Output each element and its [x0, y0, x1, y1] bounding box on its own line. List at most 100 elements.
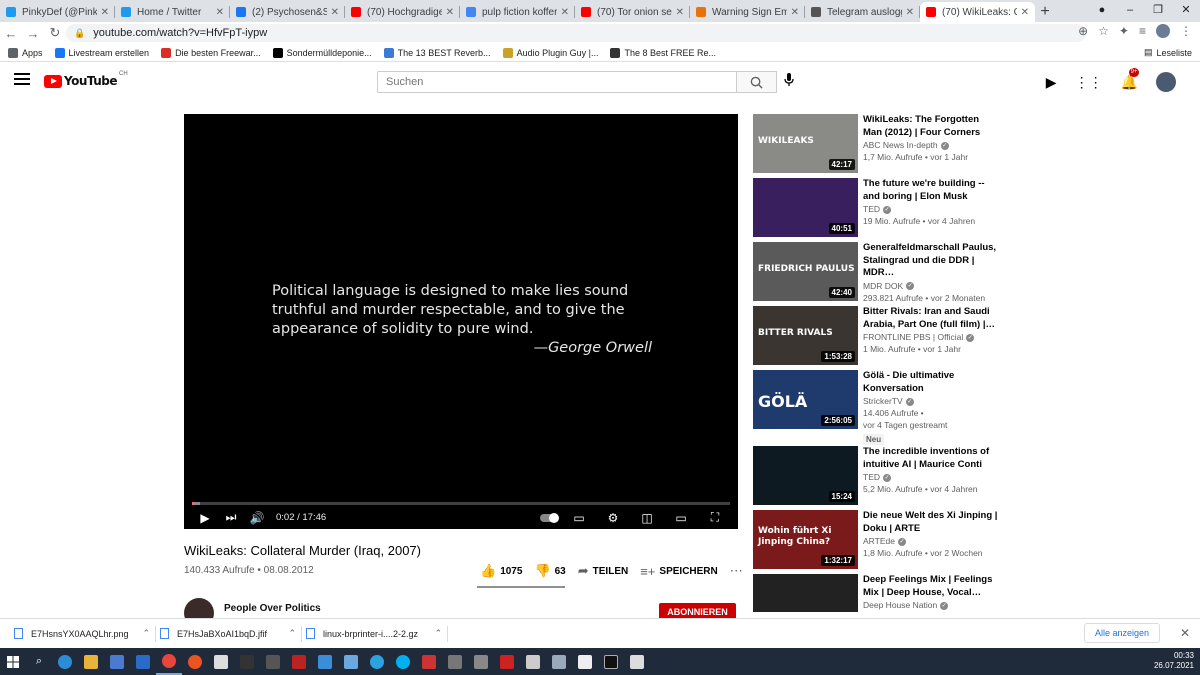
related-channel[interactable]: MDR DOK ✓ — [863, 280, 998, 292]
new-tab-button[interactable]: + — [1035, 2, 1055, 22]
app-icon-13[interactable] — [624, 648, 650, 675]
close-tab-icon[interactable]: ✕ — [791, 7, 799, 18]
related-video-item[interactable]: BITTER RIVALS 1:53:28 Bitter Rivals: Iran … — [753, 306, 1003, 366]
close-tab-icon[interactable]: ✕ — [561, 7, 569, 18]
related-channel[interactable]: ARTEde ✓ — [863, 535, 998, 547]
more-actions-icon[interactable]: ⋯ — [730, 563, 743, 579]
bookmark-item[interactable]: Apps — [8, 47, 43, 58]
download-item[interactable]: E7HsnsYX0AAQLhr.png ⌃ — [10, 622, 156, 646]
bookmark-item[interactable]: Livestream erstellen — [54, 47, 149, 58]
app-icon-2[interactable] — [234, 648, 260, 675]
chevron-up-icon[interactable]: ⌃ — [142, 628, 150, 639]
video-thumbnail[interactable]: 15:24 — [753, 446, 858, 505]
app-icon-6[interactable] — [416, 648, 442, 675]
app-icon-7[interactable] — [442, 648, 468, 675]
app-icon-10[interactable] — [520, 648, 546, 675]
terminal-icon[interactable] — [598, 648, 624, 675]
live-app-icon[interactable] — [286, 648, 312, 675]
related-video-title[interactable]: WikiLeaks: The Forgotten Man (2012) | Fo… — [863, 114, 998, 139]
reading-list-button[interactable]: ▤ Leseliste — [1144, 47, 1192, 58]
back-button[interactable]: ← — [0, 26, 22, 41]
forward-button[interactable]: → — [22, 26, 44, 41]
progress-bar[interactable] — [192, 502, 730, 505]
account-avatar[interactable] — [1156, 72, 1176, 92]
close-tab-icon[interactable]: ✕ — [1021, 7, 1029, 18]
microphone-icon[interactable] — [784, 73, 794, 90]
cast-icon[interactable]: ⊕ — [1078, 24, 1088, 38]
browser-tab[interactable]: (2) Psychosen&Schizo ✕ — [230, 2, 345, 22]
related-video-item[interactable]: 40:51 The future we're building -- and bo… — [753, 178, 1003, 238]
related-channel[interactable]: FRONTLINE PBS | Official ✓ — [863, 331, 998, 343]
related-channel[interactable]: ABC News In-depth ✓ — [863, 139, 998, 151]
save-button[interactable]: ≡+ SPEICHERN — [640, 564, 718, 579]
minimize-button[interactable]: – — [1116, 0, 1144, 22]
browser-tab[interactable]: (70) Tor onion service ✕ — [575, 2, 690, 22]
skype-icon[interactable] — [390, 648, 416, 675]
bookmark-item[interactable]: Die besten Freewar... — [161, 47, 261, 58]
related-video-item[interactable]: 15:24 The incredible inventions of intuit… — [753, 446, 1003, 506]
bookmark-item[interactable]: Audio Plugin Guy |... — [502, 47, 598, 58]
related-video-item[interactable]: WIKILEAKS 42:17 WikiLeaks: The Forgotten M… — [753, 114, 1003, 174]
app-icon-4[interactable] — [312, 648, 338, 675]
app-icon-9[interactable] — [494, 648, 520, 675]
browser-tab[interactable]: (70) WikiLeaks: Collate ✕ — [920, 2, 1035, 22]
settings-gear-icon[interactable]: ⚙ — [600, 511, 626, 525]
video-thumbnail[interactable]: Wohin führt Xi Jinping China? 1:32:17 — [753, 510, 858, 569]
video-thumbnail[interactable]: BITTER RIVALS 1:53:28 — [753, 306, 858, 365]
related-video-title[interactable]: Gölä - Die ultimative Konversation — [863, 370, 998, 395]
queue-icon[interactable]: ≡ — [1139, 24, 1146, 38]
browser-tab[interactable]: Warning Sign Emo ✕ — [690, 2, 805, 22]
related-video-item[interactable]: GÖLÄ 2:56:05 Gölä - Die ultimative Konvers… — [753, 370, 1003, 445]
video-thumbnail[interactable]: GÖLÄ 2:56:05 — [753, 370, 858, 429]
bookmark-item[interactable]: The 8 Best FREE Re... — [610, 47, 716, 58]
app-icon-5[interactable] — [338, 648, 364, 675]
related-video-title[interactable]: The future we're building -- and boring … — [863, 178, 998, 203]
apps-grid-icon[interactable]: ⋮⋮ — [1075, 74, 1103, 91]
youtube-logo[interactable]: YouTube CH — [44, 71, 128, 88]
mail-icon[interactable] — [130, 648, 156, 675]
app-icon-8[interactable] — [468, 648, 494, 675]
volume-icon[interactable]: 🔊 — [244, 511, 270, 525]
download-item[interactable]: linux-brprinter-i....2-2.gz ⌃ — [302, 622, 448, 646]
fullscreen-icon[interactable]: ⛶ — [702, 510, 728, 525]
app-icon-1[interactable] — [208, 648, 234, 675]
close-tab-icon[interactable]: ✕ — [216, 7, 224, 18]
channel-name[interactable]: People Over Politics — [224, 603, 321, 614]
browser-tab[interactable]: pulp fiction koffer – G ✕ — [460, 2, 575, 22]
windows-start-icon[interactable] — [0, 648, 26, 675]
related-video-title[interactable]: Generalfeldmarschall Paulus, Stalingrad … — [863, 242, 998, 280]
related-video-title[interactable]: Die neue Welt des Xi Jinping | Doku | AR… — [863, 510, 998, 535]
subtitles-icon[interactable]: ▭ — [566, 511, 592, 525]
chevron-up-icon[interactable]: ⌃ — [288, 628, 296, 639]
video-thumbnail[interactable]: 40:51 — [753, 178, 858, 237]
close-tab-icon[interactable]: ✕ — [906, 7, 914, 18]
theater-mode-icon[interactable]: ▭ — [668, 511, 694, 525]
play-button-icon[interactable]: ▶ — [192, 511, 218, 525]
video-player[interactable]: Political language is designed to make l… — [184, 114, 738, 529]
app-icon-12[interactable] — [572, 648, 598, 675]
app-icon-3[interactable] — [260, 648, 286, 675]
download-item[interactable]: E7HsJaBXoAI1bqD.jfif ⌃ — [156, 622, 302, 646]
browser-tab[interactable]: (70) Hochgradiger Bet ✕ — [345, 2, 460, 22]
browser-tab[interactable]: PinkyDef (@PinkyDef) ✕ — [0, 2, 115, 22]
file-explorer-icon[interactable] — [78, 648, 104, 675]
store-icon[interactable] — [104, 648, 130, 675]
video-thumbnail[interactable]: FRIEDRICH PAULUS 42:40 — [753, 242, 858, 301]
reload-button[interactable]: ↻ — [44, 25, 66, 41]
telegram-icon[interactable] — [364, 648, 390, 675]
dislike-button[interactable]: 👎 63 — [534, 563, 565, 579]
hamburger-menu-icon[interactable] — [14, 73, 30, 89]
tab-search-icon[interactable]: ● — [1088, 0, 1116, 22]
video-thumbnail[interactable] — [753, 574, 858, 612]
profile-avatar[interactable] — [1156, 24, 1170, 38]
edge-icon[interactable] — [52, 648, 78, 675]
close-tab-icon[interactable]: ✕ — [331, 7, 339, 18]
browser-menu-icon[interactable]: ⋮ — [1180, 24, 1192, 38]
ubuntu-icon[interactable] — [182, 648, 208, 675]
related-video-item[interactable]: FRIEDRICH PAULUS 42:40 Generalfeldmarschal… — [753, 242, 1003, 303]
browser-tab[interactable]: Telegram ausloggen u ✕ — [805, 2, 920, 22]
related-channel[interactable]: Deep House Nation ✓ — [863, 599, 998, 611]
miniplayer-icon[interactable]: ◫ — [634, 511, 660, 525]
close-tab-icon[interactable]: ✕ — [676, 7, 684, 18]
search-button[interactable] — [737, 71, 777, 93]
